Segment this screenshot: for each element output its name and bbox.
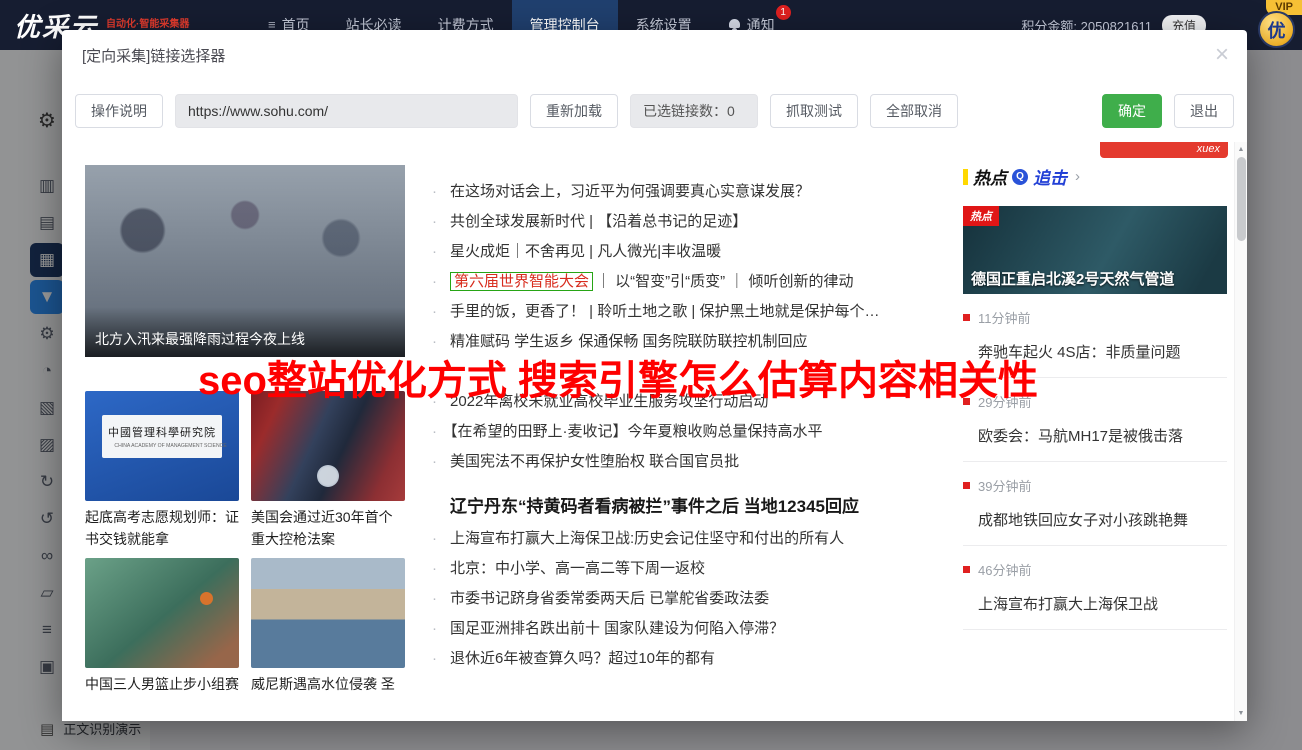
bullet-icon: · — [432, 213, 437, 230]
red-square-icon — [963, 482, 970, 489]
bullet-icon: · — [432, 590, 437, 607]
hot-section-header[interactable]: 热点 Q 追击 › — [963, 164, 1227, 189]
bullet-icon: · — [432, 273, 437, 290]
hot-news-title: 成都地铁回应女子对小孩跳艳舞 — [978, 509, 1227, 530]
scrollbar[interactable]: ▲ ▼ — [1234, 142, 1247, 721]
news-photo — [251, 558, 405, 668]
chevron-right-icon: › — [1075, 168, 1080, 185]
hot-news-photo[interactable]: 热点 德国正重启北溪2号天然气管道 — [963, 206, 1227, 294]
red-square-icon — [963, 566, 970, 573]
news-caption: 威尼斯遇高水位侵袭 圣 — [251, 674, 405, 698]
news-card[interactable]: 中国三人男篮止步小组赛 — [85, 558, 239, 698]
confirm-button[interactable]: 确定 — [1102, 94, 1162, 128]
cancel-all-button[interactable]: 全部取消 — [870, 94, 958, 128]
selected-link-highlight[interactable]: 第六届世界智能大会 — [450, 272, 593, 291]
scroll-up-icon[interactable]: ▲ — [1235, 143, 1247, 156]
headline-text: 共创全球发展新时代 | 【沿着总书记的足迹】 — [450, 213, 747, 230]
news-caption: 起底高考志愿规划师：证书交钱就能拿 — [85, 507, 239, 550]
headline-text: 上海宣布打赢大上海保卫战:历史会记住坚守和付出的所有人 — [450, 530, 844, 547]
hot-badge: 热点 — [963, 206, 999, 226]
timestamp: 46分钟前 — [978, 560, 1031, 579]
hot-news-item[interactable]: 39分钟前 成都地铁回应女子对小孩跳艳舞 — [963, 462, 1227, 546]
headline-link[interactable]: · 共创全球发展新时代 | 【沿着总书记的足迹】 — [432, 207, 924, 237]
news-photo — [251, 391, 405, 501]
photo-sign: 中國管理科學研究院 CHINA ACADEMY OF MANAGEMENT SC… — [102, 415, 222, 458]
reload-button[interactable]: 重新加载 — [530, 94, 618, 128]
scrollbar-thumb[interactable] — [1237, 157, 1246, 241]
webpage-preview: xuex 北方入汛来最强降雨过程今夜上线 中國管理科學研究院 CHINA ACA… — [62, 142, 1247, 721]
bullet-icon: · — [432, 423, 437, 440]
headline-link[interactable]: · 第六届世界智能大会｜ 以“智变”引“质变” ｜ 倾听创新的律动 — [432, 267, 924, 297]
headline-text: 国足亚洲排名跌出前十 国家队建设为何陷入停滞？ — [450, 620, 784, 637]
headline-link[interactable]: · 国足亚洲排名跌出前十 国家队建设为何陷入停滞？ — [432, 614, 924, 644]
photo-column: 北方入汛来最强降雨过程今夜上线 中國管理科學研究院 CHINA ACADEMY … — [85, 165, 405, 698]
exit-button[interactable]: 退出 — [1174, 94, 1234, 128]
selected-links-count: 已选链接数：0 — [630, 94, 758, 128]
news-caption: 美国会通过近30年首个重大控枪法案 — [251, 507, 405, 550]
account-avatar[interactable]: 优 — [1258, 11, 1295, 48]
bullet-icon: · — [432, 453, 437, 470]
news-card[interactable]: 威尼斯遇高水位侵袭 圣 — [251, 558, 405, 698]
headline-text: 市委书记跻身省委常委两天后 已掌舵省委政法委 — [450, 590, 769, 607]
headline-text: 退休近6年被查算久吗？超过10年的都有 — [450, 650, 715, 667]
yellow-bar-icon — [963, 169, 968, 185]
news-card[interactable]: 美国会通过近30年首个重大控枪法案 — [251, 391, 405, 550]
headline-link[interactable]: · 市委书记跻身省委常委两天后 已掌舵省委政法委 — [432, 584, 924, 614]
timestamp: 39分钟前 — [978, 476, 1031, 495]
headline-text: 北京：中小学、高一高二等下周一返校 — [450, 560, 705, 577]
news-card[interactable]: 中國管理科學研究院 CHINA ACADEMY OF MANAGEMENT SC… — [85, 391, 239, 550]
hot-news-title: 欧委会：马航MH17是被俄击落 — [978, 425, 1227, 446]
headline-feature-link[interactable]: 辽宁丹东“持黄码者看病被拦”事件之后 当地12345回应 — [432, 490, 924, 524]
url-input[interactable] — [175, 94, 518, 128]
headline-text: 【在希望的田野上·麦收记】今年夏粮收购总量保持高水平 — [450, 423, 823, 440]
headline-link[interactable]: · 【在希望的田野上·麦收记】今年夏粮收购总量保持高水平 — [432, 417, 924, 447]
headline-link[interactable]: · 星火成炬｜不舍再见 | 凡人微光|丰收温暖 — [432, 237, 924, 267]
headline-link[interactable]: · 退休近6年被查算久吗？超过10年的都有 — [432, 644, 924, 674]
help-button[interactable]: 操作说明 — [75, 94, 163, 128]
news-caption: 中国三人男篮止步小组赛 — [85, 674, 239, 698]
bullet-icon: · — [432, 650, 437, 667]
link-selector-dialog: [定向采集]链接选择器 × 操作说明 重新加载 已选链接数：0 抓取测试 全部取… — [62, 30, 1247, 721]
scroll-down-icon[interactable]: ▼ — [1235, 707, 1247, 720]
hot-title-blue: 追击 — [1033, 164, 1067, 189]
headline-text: ｜ 以“智变”引“质变” ｜ 倾听创新的律动 — [596, 273, 854, 290]
headline-list-bottom: · 上海宣布打赢大上海保卫战:历史会记住坚守和付出的所有人 · 北京：中小学、高一高… — [432, 524, 924, 674]
ad-banner[interactable]: xuex — [1100, 142, 1228, 158]
headline-link[interactable]: · 在这场对话会上，习近平为何强调要真心实意谋发展？ — [432, 177, 924, 207]
dialog-title: [定向采集]链接选择器 — [82, 45, 225, 66]
headline-link[interactable]: · 北京：中小学、高一高二等下周一返校 — [432, 554, 924, 584]
headline-text: 美国宪法不再保护女性堕胎权 联合国官员批 — [450, 453, 739, 470]
bullet-icon: · — [432, 620, 437, 637]
bullet-icon: · — [432, 243, 437, 260]
red-square-icon — [963, 314, 970, 321]
bullet-icon: · — [432, 183, 437, 200]
chase-icon: Q — [1012, 169, 1028, 185]
headline-text: 在这场对话会上，习近平为何强调要真心实意谋发展？ — [450, 183, 810, 200]
headline-link[interactable]: · 美国宪法不再保护女性堕胎权 联合国官员批 — [432, 447, 924, 477]
headline-column: · 在这场对话会上，习近平为何强调要真心实意谋发展？ · 共创全球发展新时代 | 【… — [432, 177, 924, 674]
news-photo — [85, 558, 239, 668]
headline-link[interactable]: · 上海宣布打赢大上海保卫战:历史会记住坚守和付出的所有人 — [432, 524, 924, 554]
hot-title-black: 热点 — [973, 164, 1007, 189]
fetch-test-button[interactable]: 抓取测试 — [770, 94, 858, 128]
news-photo: 中國管理科學研究院 CHINA ACADEMY OF MANAGEMENT SC… — [85, 391, 239, 501]
dialog-toolbar: 操作说明 重新加载 已选链接数：0 抓取测试 全部取消 确定 退出 — [62, 80, 1247, 142]
bullet-icon: · — [432, 560, 437, 577]
headline-list-top: · 在这场对话会上，习近平为何强调要真心实意谋发展？ · 共创全球发展新时代 | 【… — [432, 177, 924, 357]
timestamp: 11分钟前 — [978, 308, 1031, 327]
headline-text: 手里的饭，更香了！ | 聆听土地之歌 | 保护黑土地就是保护每个… — [450, 303, 879, 320]
bullet-icon: · — [432, 303, 437, 320]
seo-watermark-text: seo整站优化方式 搜索引擎怎么估算内容相关性 — [198, 348, 1038, 406]
hot-news-title: 上海宣布打赢大上海保卫战 — [978, 593, 1227, 614]
news-card-grid: 中國管理科學研究院 CHINA ACADEMY OF MANAGEMENT SC… — [85, 391, 405, 698]
hot-news-item[interactable]: 46分钟前 上海宣布打赢大上海保卫战 — [963, 546, 1227, 630]
hot-photo-caption: 德国正重启北溪2号天然气管道 — [971, 268, 1221, 289]
news-photo-main[interactable]: 北方入汛来最强降雨过程今夜上线 — [85, 165, 405, 357]
headline-link[interactable]: · 手里的饭，更香了！ | 聆听土地之歌 | 保护黑土地就是保护每个… — [432, 297, 924, 327]
headline-text: 星火成炬｜不舍再见 | 凡人微光|丰收温暖 — [450, 243, 721, 260]
hot-news-list: 11分钟前 奔驰车起火 4S店：非质量问题 29分钟前 欧委会：马航MH17是被… — [963, 294, 1227, 630]
close-icon[interactable]: × — [1215, 43, 1229, 67]
notification-badge: 1 — [776, 5, 791, 20]
bullet-icon: · — [432, 530, 437, 547]
